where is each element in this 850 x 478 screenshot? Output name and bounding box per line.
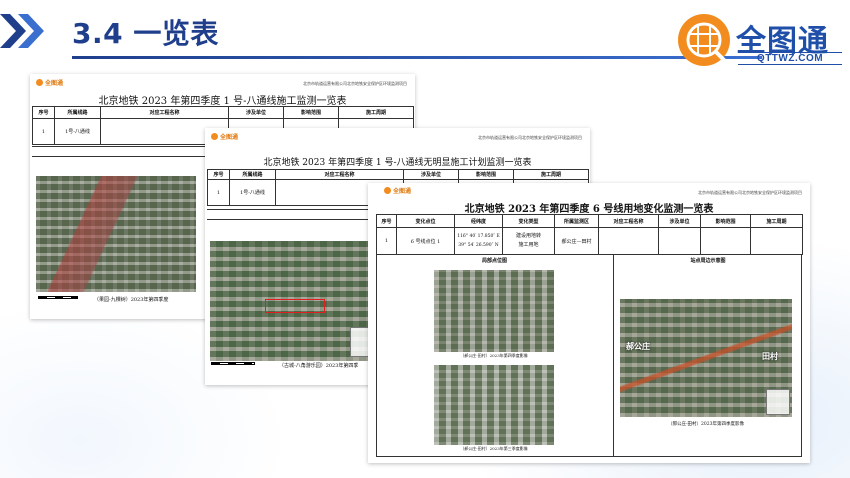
col-header: 施工周期 <box>513 169 589 180</box>
satellite-image <box>210 241 370 361</box>
globe-grid-icon <box>678 14 730 66</box>
table-cell: 1号-八通线 <box>229 179 276 206</box>
doc-org: 北京市轨道运营有限公司北京地铁安全保护区环境监测项目 <box>698 190 802 195</box>
doc-org: 北京市轨道运营有限公司北京地铁安全保护区环境监测项目 <box>478 135 582 140</box>
satellite-image-q3 <box>434 365 554 445</box>
chevron-right-icon <box>0 14 44 48</box>
monitor-table: 序号 变化点位 经纬度 变化类型 所属监测区 对应工程名称 涉及单位 影响范围 … <box>376 214 803 255</box>
highlight-box <box>265 299 325 313</box>
table-cell: 1 <box>207 179 230 206</box>
table-cell <box>658 227 701 255</box>
doc-logo: 全图通 <box>211 132 238 141</box>
image-panel-divider <box>613 254 614 457</box>
col-header: 涉及单位 <box>658 214 701 228</box>
image-caption-q4: （郝公庄-田村）2023年第四季度影像 <box>460 353 528 358</box>
latitude: 39° 54′ 26.590″ N <box>458 243 499 248</box>
doc-logo: 全图通 <box>36 78 63 87</box>
map-label-left: 郝公庄 <box>626 342 650 351</box>
table-cell: 郝公庄—田村 <box>554 227 599 255</box>
col-header: 所属监测区 <box>554 214 599 228</box>
col-header: 序号 <box>207 169 230 180</box>
table-cell: 1 <box>32 118 55 145</box>
doc-title: 北京地铁 2023 年第四季度 1 号-八通线施工监测一览表 <box>98 96 347 107</box>
table-cell: 建设用地转 施工用地 <box>502 227 555 255</box>
table-cell: 6 号线点位 1 <box>396 227 455 255</box>
scale-bar <box>211 362 255 365</box>
map-legend <box>350 327 370 357</box>
table-cell: 1 <box>376 227 397 255</box>
col-header: 影响范围 <box>283 106 339 119</box>
col-header: 变化点位 <box>396 214 455 228</box>
section-label-left: 局部点位图 <box>481 258 507 264</box>
col-header: 施工周期 <box>750 214 803 228</box>
col-header: 影响范围 <box>458 169 514 180</box>
col-header: 对应工程名称 <box>275 169 404 180</box>
col-header: 序号 <box>32 106 55 119</box>
scale-bar <box>38 296 78 299</box>
slide-title: 3.4 一览表 <box>72 17 219 50</box>
station-map-image: 郝公庄 田村 <box>620 299 792 417</box>
col-header: 影响范围 <box>700 214 751 228</box>
col-header: 涉及单位 <box>403 169 459 180</box>
col-header: 变化类型 <box>502 214 555 228</box>
map-label-right: 田村 <box>762 352 778 361</box>
col-header: 施工周期 <box>338 106 414 119</box>
table-cell <box>700 227 751 255</box>
col-header: 涉及单位 <box>228 106 284 119</box>
table-cell <box>598 227 659 255</box>
doc-org: 北京市轨道运营有限公司北京地铁安全保护区环境监测项目 <box>303 81 407 86</box>
col-header: 所属线路 <box>54 106 101 119</box>
title-divider <box>72 56 762 59</box>
document-page-3: 全图通 北京市轨道运营有限公司北京地铁安全保护区环境监测项目 北京地铁 2023… <box>368 183 810 463</box>
map-legend <box>766 389 790 415</box>
image-caption: （果园-九棵树）2023年第四季度 <box>94 297 169 303</box>
satellite-image-q4 <box>434 270 554 352</box>
table-cell: 1号-八通线 <box>54 118 101 145</box>
col-header: 对应工程名称 <box>598 214 659 228</box>
change-type-line-1: 建设用地转 <box>515 233 541 239</box>
col-header: 序号 <box>376 214 397 228</box>
table-cell: 116° 40′ 17.850″ E 39° 54′ 26.590″ N <box>454 227 503 255</box>
brand-logo: 全图通 QTTWZ.COM <box>676 12 842 72</box>
change-type-line-2: 施工用地 <box>518 242 539 248</box>
doc-title: 北京地铁 2023 年第四季度 1 号-八通线无明显施工计划监测一览表 <box>263 158 532 168</box>
col-header: 对应工程名称 <box>100 106 229 119</box>
image-caption-station: （郝公庄-田村）2023年第四季度影像 <box>668 422 744 427</box>
doc-title: 北京地铁 2023 年第四季度 6 号线用地变化监测一览表 <box>464 204 714 215</box>
image-caption-q3: （郝公庄-田村）2023年第三季度影像 <box>460 446 528 451</box>
doc-logo: 全图通 <box>384 186 411 195</box>
section-label-right: 站点周边示意图 <box>690 258 726 264</box>
brand-url: QTTWZ.COM <box>738 52 842 65</box>
col-header: 经纬度 <box>454 214 503 228</box>
longitude: 116° 40′ 17.850″ E <box>457 234 500 239</box>
table-cell <box>750 227 803 255</box>
image-caption: （古城-八角游乐园）2023年第四季 <box>279 363 359 369</box>
col-header: 所属线路 <box>229 169 276 180</box>
satellite-image <box>36 176 196 292</box>
